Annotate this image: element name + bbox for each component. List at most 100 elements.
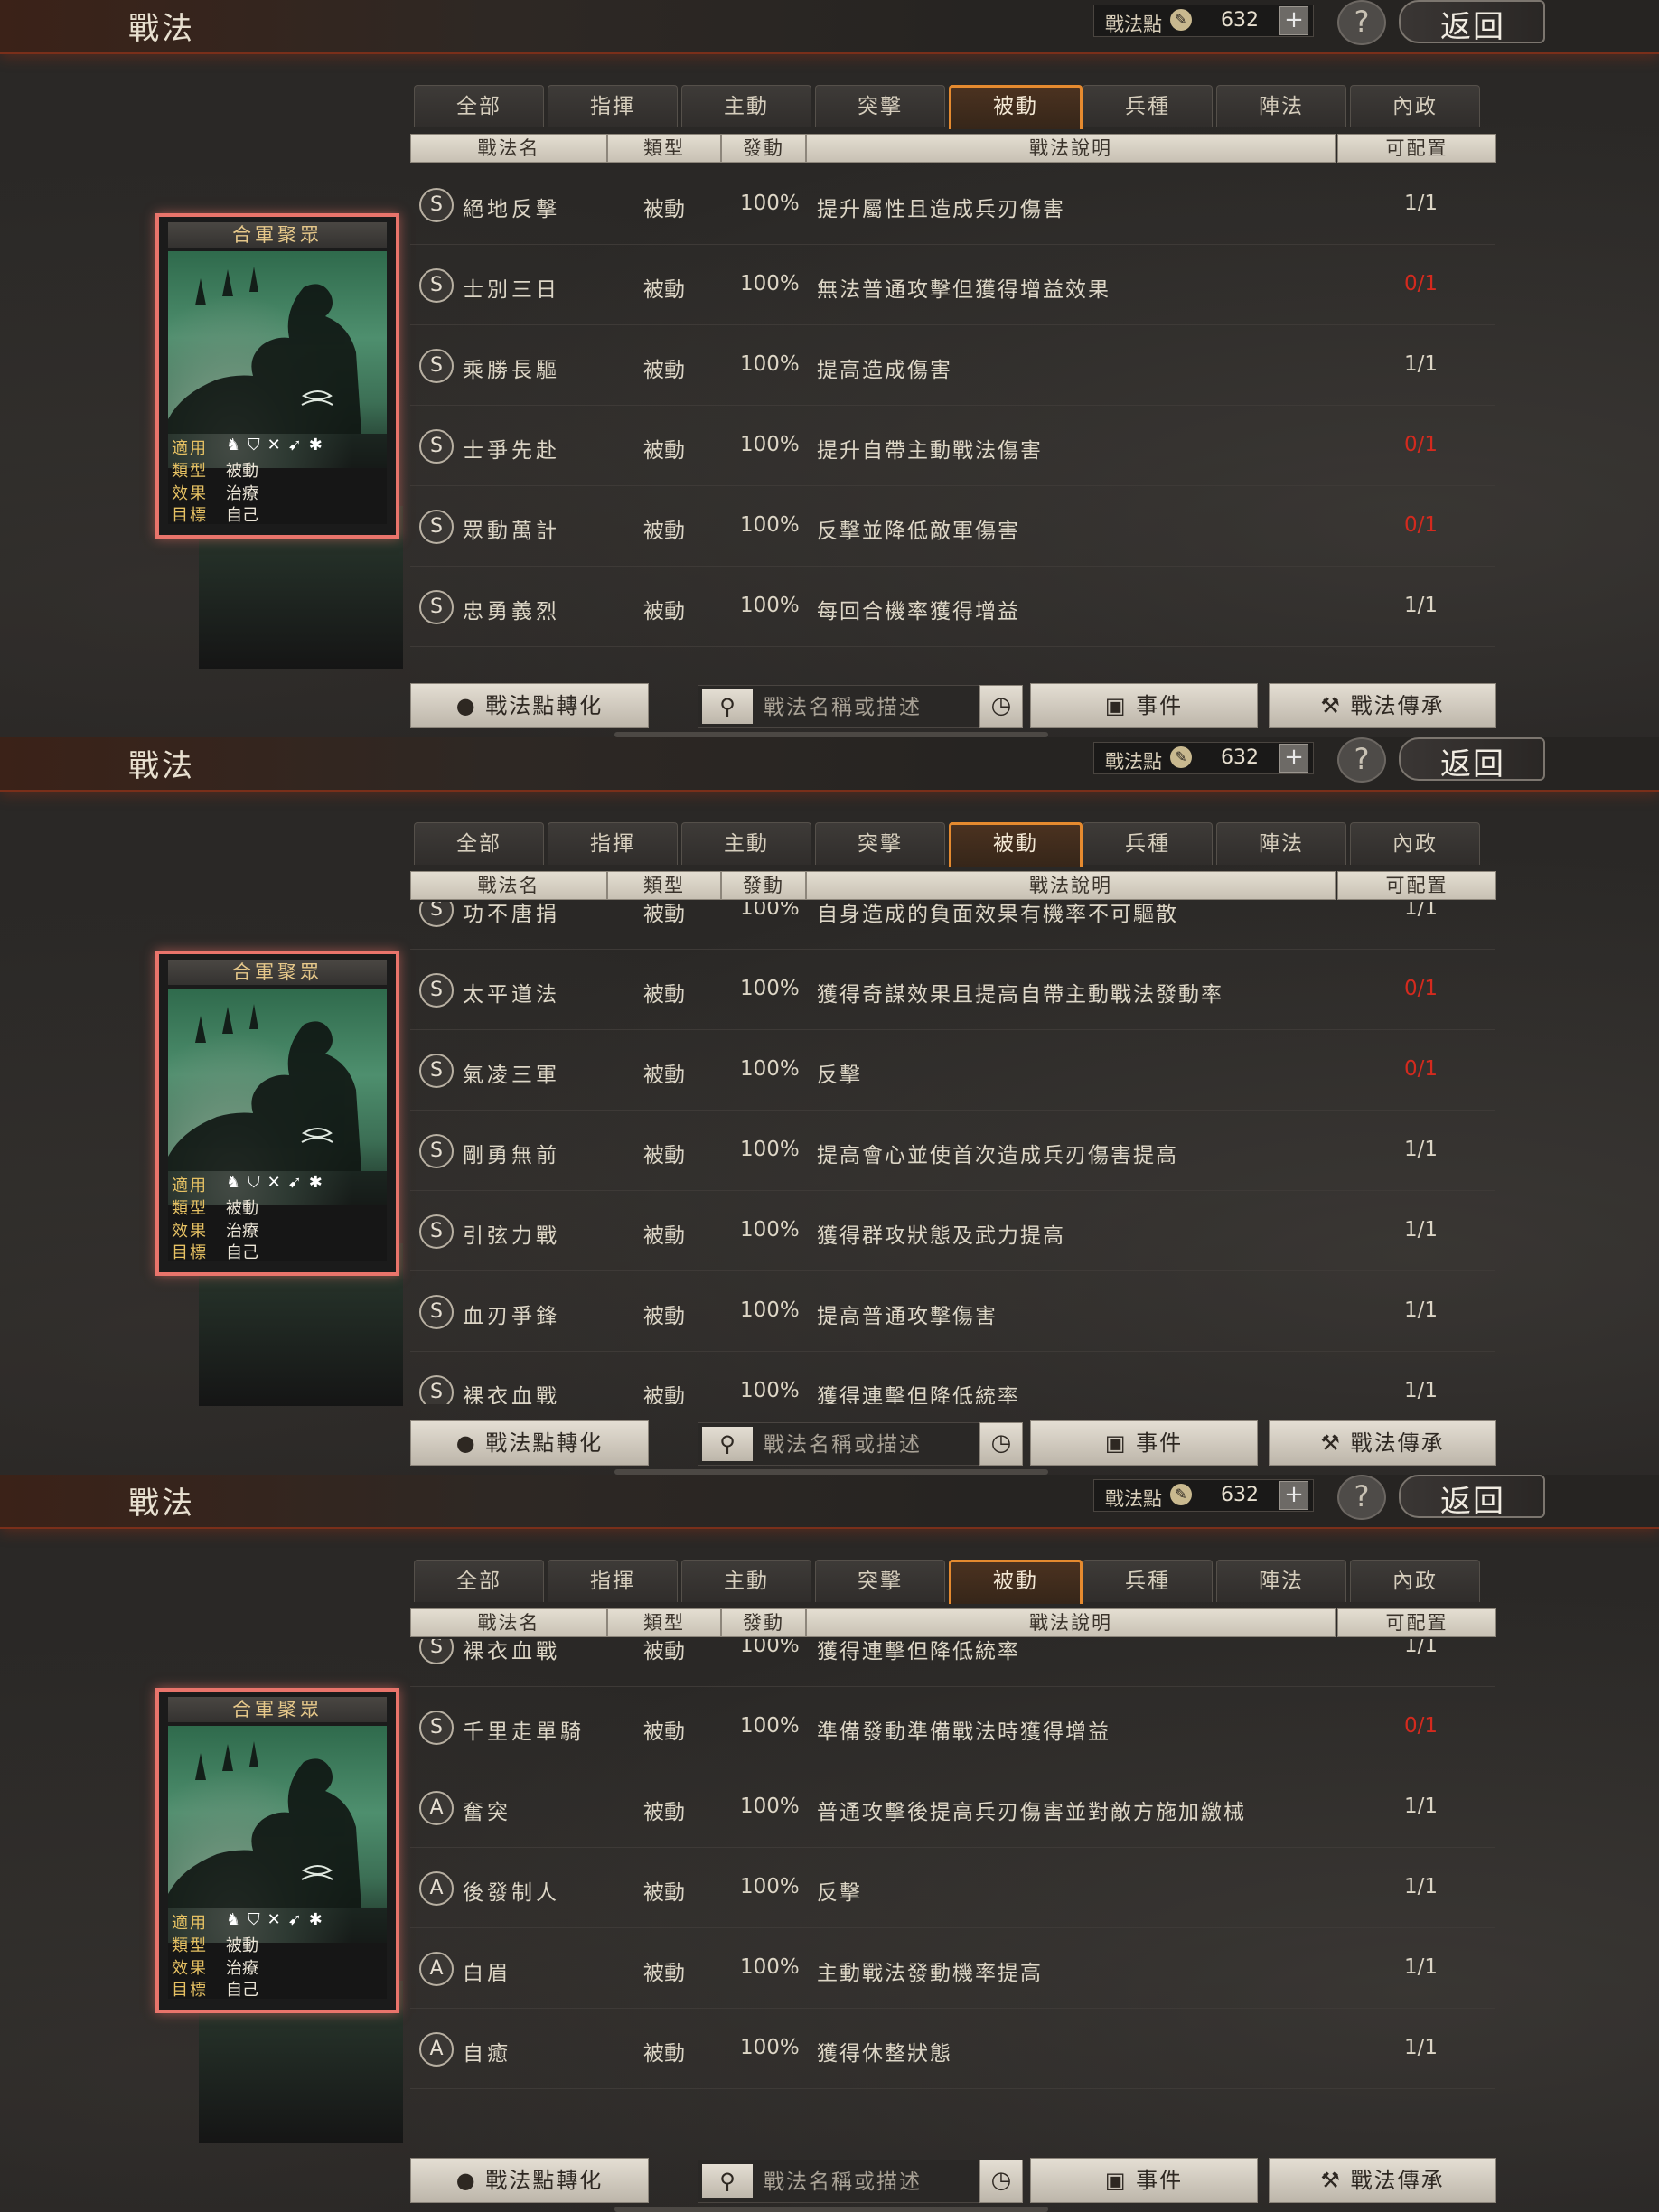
column-header-desc[interactable]: 戰法說明 [806,134,1336,163]
skill-row[interactable]: A 自癒 被動 100% 獲得休整狀態 1/1 [410,2009,1495,2089]
tab-7[interactable]: 內政 [1350,1560,1480,1602]
convert-points-button[interactable]: ● 戰法點轉化 [410,1420,649,1466]
add-points-button[interactable]: + [1279,6,1308,35]
tab-2[interactable]: 主動 [681,822,811,865]
event-button[interactable]: ▣ 事件 [1030,683,1258,728]
skill-row[interactable]: S 裸衣血戰 被動 100% 獲得連擊但降低統率 1/1 [410,1639,1495,1687]
skill-row[interactable]: S 氣凌三軍 被動 100% 反擊 0/1 [410,1030,1495,1111]
tab-4[interactable]: 被動 [949,1560,1083,1604]
search-icon[interactable]: ⚲ [702,689,753,724]
skill-row[interactable]: S 乘勝長驅 被動 100% 提高造成傷害 1/1 [410,325,1495,406]
tab-6[interactable]: 陣法 [1216,822,1346,865]
search-input[interactable] [762,691,975,724]
tab-7[interactable]: 內政 [1350,85,1480,127]
skill-row[interactable]: S 剛勇無前 被動 100% 提高會心並使首次造成兵刃傷害提高 1/1 [410,1111,1495,1191]
tab-5[interactable]: 兵種 [1083,1560,1213,1602]
skill-row[interactable]: S 絕地反擊 被動 100% 提升屬性且造成兵刃傷害 1/1 [410,164,1495,245]
inherit-button[interactable]: ⚒ 戰法傳承 [1269,1420,1496,1466]
skill-row[interactable]: A 後發制人 被動 100% 反擊 1/1 [410,1848,1495,1928]
column-header-name[interactable]: 戰法名 [410,871,607,900]
tab-1[interactable]: 指揮 [548,1560,678,1602]
skill-row[interactable]: S 眾動萬計 被動 100% 反擊並降低敵軍傷害 0/1 [410,486,1495,567]
card-info-key: 類型 [172,1199,208,1218]
column-header-rate[interactable]: 發動 [721,1608,806,1637]
skill-row[interactable]: A 奮突 被動 100% 普通攻擊後提高兵刃傷害並對敵方施加繳械 1/1 [410,1767,1495,1848]
history-clock-icon[interactable]: ◷ [979,685,1023,728]
column-header-slot[interactable]: 可配置 [1337,1608,1496,1637]
inherit-label: 戰法傳承 [1350,2168,1445,2193]
search-icon[interactable]: ⚲ [702,2164,753,2198]
skill-row[interactable]: S 太平道法 被動 100% 獲得奇謀效果且提高自帶主動戰法發動率 0/1 [410,950,1495,1030]
tab-1[interactable]: 指揮 [548,85,678,127]
tab-3[interactable]: 突擊 [815,1560,945,1602]
add-points-button[interactable]: + [1279,744,1308,773]
column-header-type[interactable]: 類型 [607,871,721,900]
tab-0[interactable]: 全部 [414,822,544,865]
skill-row[interactable]: A 白眉 被動 100% 主動戰法發動機率提高 1/1 [410,1928,1495,2009]
event-button[interactable]: ▣ 事件 [1030,1420,1258,1466]
skill-row[interactable]: S 士爭先赴 被動 100% 提升自帶主動戰法傷害 0/1 [410,406,1495,486]
skill-list[interactable]: S 裸衣血戰 被動 100% 獲得連擊但降低統率 1/1 S 千里走單騎 被動 100% 準備發動準… [410,1639,1495,2142]
skill-name: 士別三日 [463,278,560,302]
skill-row[interactable]: S 引弦力戰 被動 100% 獲得群攻狀態及武力提高 1/1 [410,1191,1495,1271]
tab-3[interactable]: 突擊 [815,822,945,865]
tab-6[interactable]: 陣法 [1216,85,1346,127]
tab-4[interactable]: 被動 [949,822,1083,867]
tab-5[interactable]: 兵種 [1083,822,1213,865]
help-button[interactable]: ? [1337,0,1386,45]
search-input[interactable] [762,2166,975,2198]
skill-name: 乘勝長驅 [463,359,560,382]
column-header-rate[interactable]: 發動 [721,871,806,900]
skill-rate: 100% [740,977,800,1000]
card-info-key: 適用 [172,439,208,458]
selected-skill-card[interactable]: 合軍聚眾 適用 ♞⛉✕➹✱ 類型 被動 效果 治療 目標 自己 [155,1688,399,2013]
tab-0[interactable]: 全部 [414,1560,544,1602]
column-header-rate[interactable]: 發動 [721,134,806,163]
skill-row[interactable]: S 士別三日 被動 100% 無法普通攻擊但獲得增益效果 0/1 [410,245,1495,325]
skill-list[interactable]: S 功不唐捐 被動 100% 自身造成的負面效果有機率不可驅散 1/1 S 太平道法 被動 100… [410,902,1495,1404]
zhanfa-point-icon: ✎ [1170,746,1192,768]
inherit-button[interactable]: ⚒ 戰法傳承 [1269,2158,1496,2203]
selected-skill-card[interactable]: 合軍聚眾 適用 ♞⛉✕➹✱ 類型 被動 效果 治療 目標 自己 [155,213,399,539]
skill-row[interactable]: S 忠勇義烈 被動 100% 每回合機率獲得增益 1/1 [410,567,1495,647]
convert-points-button[interactable]: ● 戰法點轉化 [410,2158,649,2203]
history-clock-icon[interactable]: ◷ [979,1422,1023,1466]
selected-skill-card[interactable]: 合軍聚眾 適用 ♞⛉✕➹✱ 類型 被動 效果 治療 目標 自己 [155,951,399,1276]
column-header-name[interactable]: 戰法名 [410,1608,607,1637]
column-header-name[interactable]: 戰法名 [410,134,607,163]
column-header-desc[interactable]: 戰法說明 [806,871,1336,900]
tab-1[interactable]: 指揮 [548,822,678,865]
convert-points-button[interactable]: ● 戰法點轉化 [410,683,649,728]
search-input[interactable] [762,1429,975,1461]
tab-0[interactable]: 全部 [414,85,544,127]
tab-4[interactable]: 被動 [949,85,1083,129]
column-header-slot[interactable]: 可配置 [1337,134,1496,163]
column-header-type[interactable]: 類型 [607,134,721,163]
tab-5[interactable]: 兵種 [1083,85,1213,127]
column-header-desc[interactable]: 戰法說明 [806,1608,1336,1637]
add-points-button[interactable]: + [1279,1481,1308,1510]
tab-6[interactable]: 陣法 [1216,1560,1346,1602]
skill-row[interactable]: S 血刃爭鋒 被動 100% 提高普通攻擊傷害 1/1 [410,1271,1495,1352]
event-button[interactable]: ▣ 事件 [1030,2158,1258,2203]
help-button[interactable]: ? [1337,1475,1386,1520]
tab-7[interactable]: 內政 [1350,822,1480,865]
skill-row[interactable]: S 千里走單騎 被動 100% 準備發動準備戰法時獲得增益 0/1 [410,1687,1495,1767]
back-button[interactable]: 返回 [1399,737,1545,783]
back-button[interactable]: 返回 [1399,0,1545,45]
search-icon[interactable]: ⚲ [702,1427,753,1461]
inherit-button[interactable]: ⚒ 戰法傳承 [1269,683,1496,728]
back-button[interactable]: 返回 [1399,1475,1545,1520]
column-header-type[interactable]: 類型 [607,1608,721,1637]
tab-2[interactable]: 主動 [681,85,811,127]
skill-row[interactable]: S 裸衣血戰 被動 100% 獲得連擊但降低統率 1/1 [410,1352,1495,1404]
help-button[interactable]: ? [1337,737,1386,783]
tab-3[interactable]: 突擊 [815,85,945,127]
back-label: 返回 [1440,9,1505,45]
horizontal-scrollbar[interactable] [614,2207,1048,2212]
skill-row[interactable]: S 功不唐捐 被動 100% 自身造成的負面效果有機率不可驅散 1/1 [410,902,1495,950]
column-header-slot[interactable]: 可配置 [1337,871,1496,900]
skill-list[interactable]: S 絕地反擊 被動 100% 提升屬性且造成兵刃傷害 1/1 S 士別三日 被動 100% 無法普通… [410,164,1495,667]
history-clock-icon[interactable]: ◷ [979,2160,1023,2203]
tab-2[interactable]: 主動 [681,1560,811,1602]
